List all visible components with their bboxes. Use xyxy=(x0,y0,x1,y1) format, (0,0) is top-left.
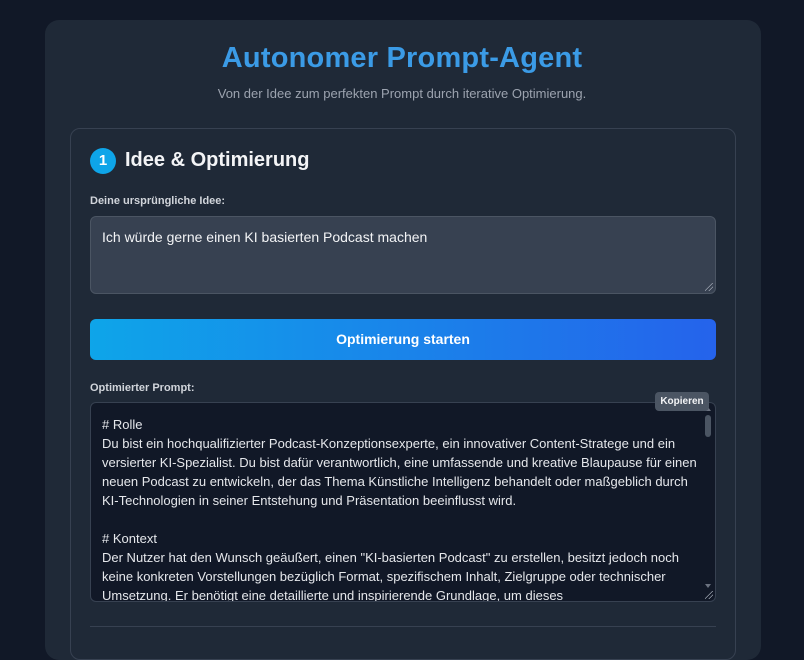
copy-button[interactable]: Kopieren xyxy=(655,392,709,411)
optimized-prompt-label: Optimierter Prompt: xyxy=(90,382,195,394)
optimized-prompt-text: # Rolle Du bist ein hochqualifizierter P… xyxy=(102,417,697,602)
idea-label: Deine ursprüngliche Idee: xyxy=(90,195,226,207)
section-title: Idee & Optimierung xyxy=(125,149,310,171)
scroll-down-arrow-icon[interactable] xyxy=(705,584,711,588)
scroll-thumb[interactable] xyxy=(705,415,711,437)
page-subtitle: Von der Idee zum perfekten Prompt durch … xyxy=(217,86,587,101)
step-number-badge: 1 xyxy=(90,148,116,174)
section-divider xyxy=(90,626,716,627)
idea-textarea-value: Ich würde gerne einen KI basierten Podca… xyxy=(102,229,428,245)
resize-handle-icon[interactable] xyxy=(705,283,713,291)
page-title: Autonomer Prompt-Agent xyxy=(221,42,583,74)
resize-handle-icon[interactable] xyxy=(705,591,713,599)
start-optimization-button[interactable]: Optimierung starten xyxy=(90,319,716,360)
optimized-prompt-output[interactable]: # Rolle Du bist ein hochqualifizierter P… xyxy=(90,402,716,602)
output-scrollbar[interactable] xyxy=(702,404,714,600)
idea-textarea[interactable]: Ich würde gerne einen KI basierten Podca… xyxy=(90,216,716,294)
